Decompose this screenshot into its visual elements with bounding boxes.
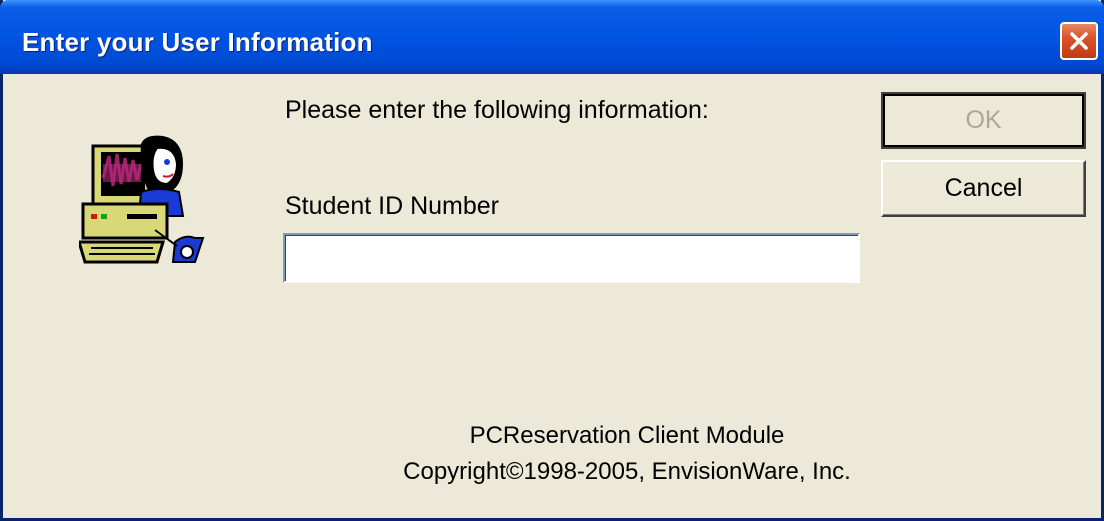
- student-id-input[interactable]: [283, 233, 860, 283]
- instruction-text: Please enter the following information:: [285, 96, 709, 124]
- computer-user-icon: [79, 135, 205, 264]
- product-name: PCReservation Client Module: [469, 422, 785, 449]
- title-bar[interactable]: Enter your User Information: [0, 0, 1104, 74]
- ok-button[interactable]: OK: [881, 92, 1086, 149]
- window-title: Enter your User Information: [22, 27, 373, 57]
- student-id-label: Student ID Number: [285, 192, 499, 220]
- dialog-window: Enter your User Information Please enter…: [0, 0, 1104, 521]
- close-x-icon: [1070, 32, 1088, 50]
- cancel-button[interactable]: Cancel: [881, 160, 1086, 217]
- copyright-text: Copyright©1998-2005, EnvisionWare, Inc.: [403, 458, 851, 485]
- close-button[interactable]: [1060, 22, 1098, 60]
